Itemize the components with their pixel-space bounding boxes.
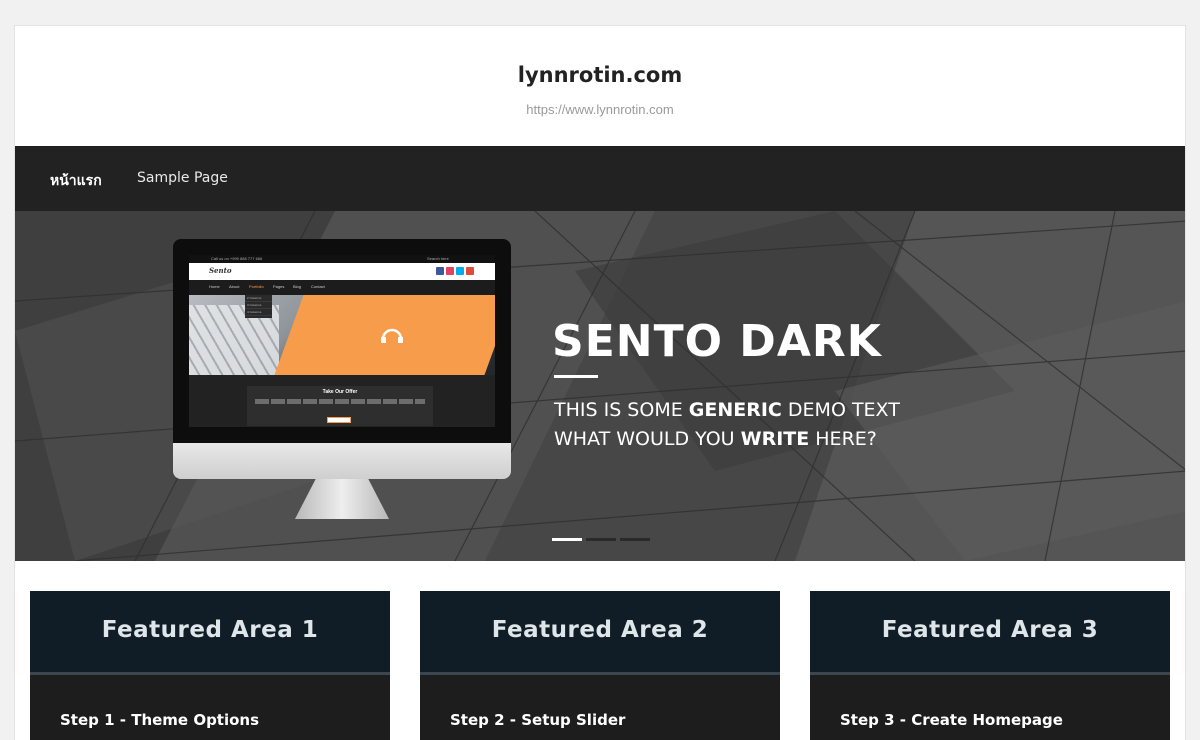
- featured-area-2[interactable]: Featured Area 2 Step 2 - Setup Slider: [420, 591, 780, 740]
- site-container: lynnrotin.com https://www.lynnrotin.com …: [14, 25, 1186, 740]
- featured-area-3[interactable]: Featured Area 3 Step 3 - Create Homepage: [810, 591, 1170, 740]
- featured-area-step[interactable]: Step 1 - Theme Options: [60, 711, 259, 729]
- mini-nav-item: Pages: [273, 284, 285, 289]
- slider-dot-3[interactable]: [620, 538, 650, 541]
- twitter-icon: [456, 267, 464, 275]
- mini-search-text: Search here: [427, 256, 449, 261]
- site-description: https://www.lynnrotin.com: [526, 102, 674, 117]
- mini-offer-title: Take Our Offer: [322, 389, 358, 395]
- mini-offer-box: Take Our Offer: [247, 386, 433, 426]
- nav-item-sample-page[interactable]: Sample Page: [137, 170, 228, 186]
- nav-item-home[interactable]: หน้าแรก: [50, 170, 102, 192]
- mini-dropdown: 2 Columns 3 Columns 4 Columns: [245, 295, 272, 318]
- hero-title: SENTO DARK: [552, 316, 882, 367]
- mini-nav-item: About: [229, 284, 240, 289]
- mini-dropdown-item: 3 Columns: [245, 302, 272, 309]
- mini-hero-image: [189, 295, 495, 375]
- hero-subtitle-line-2: WHAT WOULD YOU WRITE HERE?: [554, 428, 877, 450]
- site-title[interactable]: lynnrotin.com: [15, 63, 1185, 87]
- main-navigation: หน้าแรก Sample Page: [15, 146, 1185, 211]
- monitor-screen: Call us on +999 888 777 666 Search here …: [189, 255, 495, 427]
- google-plus-icon: [466, 267, 474, 275]
- featured-area-step[interactable]: Step 2 - Setup Slider: [450, 711, 625, 729]
- mini-dropdown-item: 4 Columns: [245, 309, 272, 316]
- hero-subtitle-line-1: THIS IS SOME GENERIC DEMO TEXT: [554, 399, 900, 421]
- mini-logo: Sento: [209, 266, 232, 275]
- hero-divider: [554, 375, 598, 378]
- slider-dot-2[interactable]: [586, 538, 616, 541]
- facebook-icon: [436, 267, 444, 275]
- hero-slider: Call us on +999 888 777 666 Search here …: [15, 211, 1185, 561]
- headphones-icon: [381, 328, 403, 343]
- mini-offer-button: [327, 417, 351, 423]
- mini-nav-item: Portfolio: [249, 284, 264, 289]
- mini-nav-item: Contact: [311, 284, 325, 289]
- mini-topbar-text: Call us on +999 888 777 666: [211, 256, 263, 261]
- instagram-icon: [446, 267, 454, 275]
- mini-dropdown-item: 2 Columns: [245, 295, 272, 302]
- featured-area-1[interactable]: Featured Area 1 Step 1 - Theme Options: [30, 591, 390, 740]
- slider-dot-1[interactable]: [552, 538, 582, 541]
- site-header: lynnrotin.com https://www.lynnrotin.com: [15, 26, 1185, 146]
- featured-areas: Featured Area 1 Step 1 - Theme Options F…: [15, 561, 1185, 740]
- featured-area-title: Featured Area 3: [881, 617, 1099, 643]
- mini-nav-item: Blog: [293, 284, 302, 289]
- featured-area-title: Featured Area 2: [491, 617, 709, 643]
- mini-nav-item: Home: [209, 284, 220, 289]
- monitor-mockup-image: Call us on +999 888 777 666 Search here …: [173, 239, 511, 537]
- featured-area-title: Featured Area 1: [101, 617, 319, 643]
- featured-area-step[interactable]: Step 3 - Create Homepage: [840, 711, 1063, 729]
